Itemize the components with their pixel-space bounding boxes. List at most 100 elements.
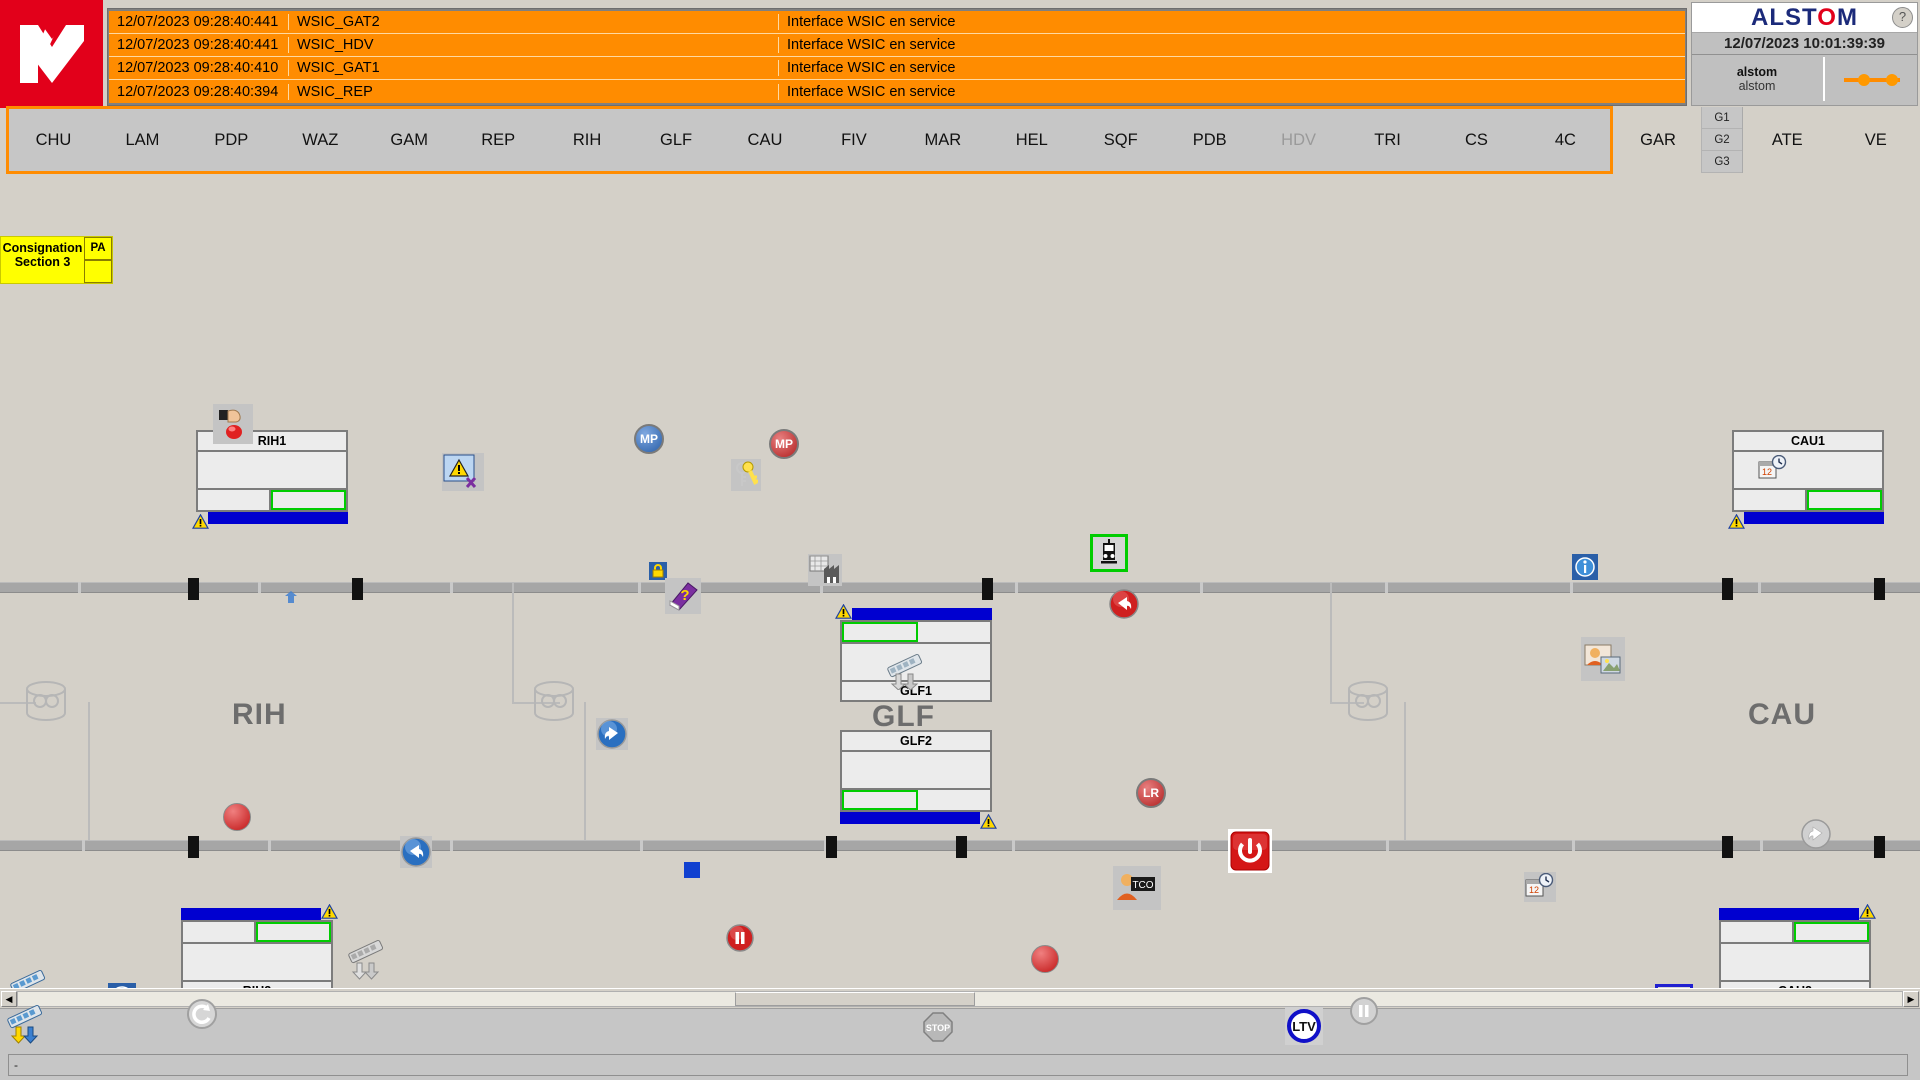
track-block-marker[interactable] (188, 578, 199, 600)
indicator-cell-left[interactable] (183, 922, 256, 942)
user-photo-icon[interactable] (1581, 637, 1625, 681)
undo-red-icon[interactable] (1108, 588, 1140, 620)
indicator-cell-left-active[interactable] (842, 622, 918, 642)
station-block-glf1[interactable]: GLF1 (835, 604, 992, 702)
calendar-clock-icon[interactable]: 12 (1758, 455, 1788, 481)
station-tab-bar[interactable]: CHU LAM PDP WAZ GAM REP RIH GLF CAU FIV … (6, 106, 1613, 174)
train-updown-icon-2[interactable] (345, 938, 389, 980)
station-block-cau1[interactable]: CAU1 12 (1728, 430, 1884, 529)
tab-hdv[interactable]: HDV (1254, 131, 1343, 150)
indicator-cell-left[interactable] (198, 490, 271, 510)
lr-red-badge[interactable]: LR (1135, 777, 1167, 809)
help-button[interactable]: ? (1892, 7, 1913, 28)
warning-icon[interactable] (192, 514, 209, 529)
tab-ate[interactable]: ATE (1743, 131, 1832, 150)
pause-grey-circle[interactable] (1348, 995, 1380, 1027)
track-block-marker[interactable] (982, 578, 993, 600)
alarm-row[interactable]: 12/07/2023 09:28:40:441 WSIC_GAT2 Interf… (109, 11, 1685, 34)
station-block-rih1[interactable]: RIH1 (192, 430, 348, 529)
track-block-marker[interactable] (1874, 578, 1885, 600)
tab-pdb[interactable]: PDB (1165, 131, 1254, 150)
track-block-marker[interactable] (1722, 836, 1733, 858)
consignation-section-badge[interactable]: Consignation Section 3 PA (0, 236, 113, 284)
book-question-icon[interactable]: ? (665, 578, 701, 614)
track-block-marker[interactable] (826, 836, 837, 858)
tab-pdp[interactable]: PDP (187, 131, 276, 150)
indicator-cell-right-active[interactable] (1807, 490, 1882, 510)
tab-gam[interactable]: GAM (365, 131, 454, 150)
metro-train-green-icon[interactable] (1090, 534, 1128, 572)
tab-cs[interactable]: CS (1432, 131, 1521, 150)
info-blue-icon[interactable] (1572, 554, 1598, 580)
warning-icon[interactable] (980, 814, 997, 829)
tab-hel[interactable]: HEL (987, 131, 1076, 150)
stop-octagon[interactable]: STOP (922, 1011, 954, 1043)
tab-waz[interactable]: WAZ (276, 131, 365, 150)
scrollbar-thumb[interactable] (735, 992, 975, 1006)
indicator-cell-right-active[interactable] (271, 490, 346, 510)
stop-red-circle[interactable] (222, 802, 252, 832)
redo-grey-circle[interactable] (1800, 818, 1832, 850)
station-block-rih2[interactable]: RIH2 (181, 904, 338, 990)
stop-red-circle-2[interactable] (1030, 944, 1060, 974)
undo-blue-icon[interactable] (400, 836, 432, 868)
hand-red-button-icon[interactable] (213, 404, 253, 444)
recycle-blue-icon[interactable] (281, 588, 301, 608)
track-block-marker[interactable] (1722, 578, 1733, 600)
tab-lam[interactable]: LAM (98, 131, 187, 150)
tab-rih[interactable]: RIH (543, 131, 632, 150)
indicator-cell-left-active[interactable] (842, 790, 918, 810)
indicator-cell-right[interactable] (918, 790, 990, 810)
tab-rep[interactable]: REP (454, 131, 543, 150)
tab-fiv[interactable]: FIV (809, 131, 898, 150)
power-red-button[interactable] (1228, 829, 1272, 873)
warning-icon[interactable] (1728, 514, 1745, 529)
refresh-grey-circle[interactable] (185, 997, 219, 1031)
indicator-cell-right-active[interactable] (256, 922, 331, 942)
scrollbar-trough[interactable] (17, 991, 1903, 1007)
train-updown-icon[interactable] (8, 968, 50, 990)
track-block-marker[interactable] (956, 836, 967, 858)
status-input-field[interactable] (8, 1054, 1908, 1076)
factory-icon[interactable] (808, 554, 842, 586)
warning-icon[interactable] (835, 604, 852, 619)
indicator-cell-right-active[interactable] (1794, 922, 1869, 942)
tab-mar[interactable]: MAR (898, 131, 987, 150)
warning-blue-x-icon[interactable] (442, 453, 484, 491)
station-block-cau2[interactable]: CAU2 (1719, 904, 1876, 990)
button-g2[interactable]: G2 (1701, 129, 1742, 151)
station-block-glf2[interactable]: GLF2 (840, 730, 997, 829)
warning-icon[interactable] (1859, 904, 1876, 919)
track-block-marker[interactable] (352, 578, 363, 600)
tab-sqf[interactable]: SQF (1076, 131, 1165, 150)
button-g3[interactable]: G3 (1701, 151, 1742, 173)
consignation-cell-empty[interactable] (84, 260, 112, 283)
train-updown-icon[interactable] (884, 652, 928, 690)
indicator-cell-left[interactable] (1734, 490, 1807, 510)
track-block-marker[interactable] (188, 836, 199, 858)
tab-cau[interactable]: CAU (721, 131, 810, 150)
tab-gar[interactable]: GAR (1615, 131, 1701, 150)
redo-blue-icon[interactable] (596, 718, 628, 750)
tab-ve[interactable]: VE (1832, 131, 1920, 150)
scroll-right-arrow[interactable]: ▶ (1903, 991, 1919, 1007)
indicator-cell-left[interactable] (1721, 922, 1794, 942)
alarm-row[interactable]: 12/07/2023 09:28:40:441 WSIC_HDV Interfa… (109, 34, 1685, 57)
horizontal-scrollbar[interactable]: ◀ ▶ (0, 988, 1920, 1008)
track-block-marker[interactable] (1874, 836, 1885, 858)
alarm-list-panel[interactable]: 12/07/2023 09:28:40:441 WSIC_GAT2 Interf… (107, 8, 1687, 106)
pause-red-circle[interactable] (725, 923, 755, 953)
button-g1[interactable]: G1 (1701, 107, 1742, 129)
keys-icon[interactable] (731, 459, 761, 491)
tab-tri[interactable]: TRI (1343, 131, 1432, 150)
tab-glf[interactable]: GLF (632, 131, 721, 150)
train-updown-icon-3[interactable] (4, 1001, 48, 1045)
user-tco-icon[interactable]: TCO (1113, 866, 1161, 910)
alarm-row[interactable]: 12/07/2023 09:28:40:410 WSIC_GAT1 Interf… (109, 57, 1685, 80)
consignation-cell-pa[interactable]: PA (84, 237, 112, 260)
mp-blue-badge[interactable]: MP (633, 423, 665, 455)
blue-square-marker[interactable] (684, 862, 700, 878)
tab-chu[interactable]: CHU (9, 131, 98, 150)
tab-4c[interactable]: 4C (1521, 131, 1610, 150)
indicator-cell-right[interactable] (918, 622, 990, 642)
